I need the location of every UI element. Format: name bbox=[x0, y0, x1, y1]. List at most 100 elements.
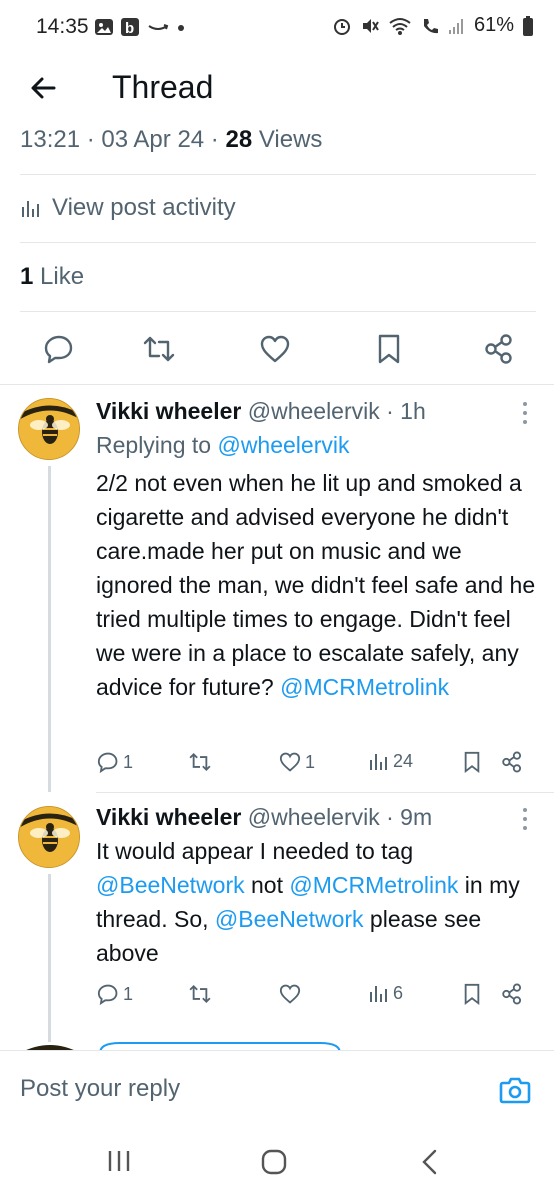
reply-text: It would appear I needed to tag @BeeNetw… bbox=[96, 834, 536, 970]
like-button[interactable] bbox=[278, 982, 305, 1006]
divider bbox=[20, 174, 536, 175]
status-system-icons: 61% bbox=[332, 14, 534, 37]
retweet-icon bbox=[189, 984, 211, 1004]
reply-button[interactable]: 1 bbox=[96, 982, 133, 1006]
back-arrow-icon[interactable] bbox=[24, 68, 64, 108]
page-title: Thread bbox=[112, 69, 214, 105]
like-button[interactable]: 1 bbox=[278, 750, 315, 774]
system-navbar bbox=[0, 1128, 554, 1200]
view-post-activity-label: View post activity bbox=[52, 194, 236, 221]
mention-link[interactable]: @MCRMetrolink bbox=[280, 674, 449, 700]
reply-actions: 1 1 24 bbox=[96, 750, 536, 782]
mention-link[interactable]: @MCRMetrolink bbox=[289, 872, 458, 898]
svg-text:b: b bbox=[125, 20, 134, 37]
back-icon[interactable] bbox=[418, 1148, 442, 1176]
reply-icon bbox=[97, 752, 118, 774]
retweet-icon[interactable] bbox=[142, 332, 176, 366]
reply-header: Vikki wheeler @wheelervik · 9m bbox=[96, 804, 432, 831]
share-icon[interactable] bbox=[500, 750, 524, 774]
mention-link[interactable]: @BeeNetwork bbox=[96, 872, 245, 898]
post-timestamp: 13:21 · 03 Apr 24 · bbox=[20, 126, 226, 153]
view-count: 6 bbox=[393, 982, 404, 1003]
share-icon[interactable] bbox=[500, 982, 524, 1006]
mention-link[interactable]: @BeeNetwork bbox=[215, 906, 364, 932]
avatar[interactable] bbox=[18, 806, 80, 868]
replying-to-label: Replying to bbox=[96, 432, 218, 458]
likes-summary[interactable]: 1 Like bbox=[20, 263, 84, 291]
likes-label: Like bbox=[33, 263, 85, 290]
like-icon[interactable] bbox=[258, 332, 292, 366]
post-actions bbox=[0, 326, 554, 372]
author-handle: @wheelervik · 1h bbox=[247, 398, 426, 424]
view-count: 24 bbox=[393, 750, 414, 771]
share-icon[interactable] bbox=[482, 332, 516, 366]
status-bar: 14:35 b 61% bbox=[0, 0, 554, 56]
reply-text: 2/2 not even when he lit up and smoked a… bbox=[96, 466, 536, 704]
reply-icon[interactable] bbox=[42, 332, 76, 366]
likes-count: 1 bbox=[20, 263, 34, 290]
views-label: Views bbox=[252, 126, 323, 153]
reply-composer[interactable]: Post your reply bbox=[0, 1050, 554, 1128]
author-name[interactable]: Vikki wheeler bbox=[96, 804, 241, 830]
dot-notification-icon bbox=[178, 25, 184, 31]
bee-avatar-icon bbox=[19, 399, 79, 459]
amazon-notification-icon bbox=[148, 24, 169, 30]
views-button[interactable]: 6 bbox=[368, 982, 403, 1004]
bookmark-icon[interactable] bbox=[460, 750, 484, 774]
reply-count: 1 bbox=[123, 751, 134, 772]
divider bbox=[20, 311, 536, 312]
views-count: 28 bbox=[225, 126, 253, 153]
wifi-icon bbox=[389, 17, 411, 35]
view-post-activity[interactable]: View post activity bbox=[20, 194, 236, 222]
analytics-icon bbox=[370, 754, 387, 770]
alarm-icon bbox=[333, 18, 350, 35]
post-meta: 13:21 · 03 Apr 24 · 28 Views bbox=[20, 126, 322, 154]
status-time: 14:35 bbox=[36, 15, 89, 38]
replying-to: Replying to @wheelervik bbox=[96, 432, 349, 459]
retweet-button[interactable] bbox=[188, 982, 215, 1006]
recent-apps-icon[interactable] bbox=[106, 1148, 132, 1174]
divider bbox=[20, 242, 536, 243]
mute-icon bbox=[362, 18, 379, 33]
battery-icon bbox=[523, 15, 533, 36]
reply-input[interactable]: Post your reply bbox=[20, 1075, 180, 1103]
reply-icon bbox=[97, 984, 118, 1006]
reply-body: It would appear I needed to tag bbox=[96, 838, 414, 864]
bookmark-icon[interactable] bbox=[372, 332, 406, 366]
retweet-button[interactable] bbox=[188, 750, 215, 774]
reply-header: Vikki wheeler @wheelervik · 1h bbox=[96, 398, 426, 425]
reply-item[interactable]: Vikki wheeler @wheelervik · 1h Replying … bbox=[0, 384, 554, 792]
author-handle: @wheelervik · 9m bbox=[247, 804, 433, 830]
b-notification-icon: b bbox=[121, 18, 139, 37]
wifi-calling-icon bbox=[423, 18, 438, 33]
reply-body: 2/2 not even when he lit up and smoked a… bbox=[96, 470, 536, 700]
more-icon[interactable] bbox=[520, 400, 530, 426]
reply-item[interactable]: Vikki wheeler @wheelervik · 9m It would … bbox=[0, 792, 554, 1042]
analytics-icon bbox=[22, 201, 39, 217]
more-icon[interactable] bbox=[520, 806, 530, 832]
retweet-icon bbox=[189, 752, 211, 772]
author-name[interactable]: Vikki wheeler bbox=[96, 398, 241, 424]
avatar[interactable] bbox=[18, 398, 80, 460]
like-icon bbox=[279, 984, 301, 1004]
views-button[interactable]: 24 bbox=[368, 750, 413, 772]
reply-actions: 1 6 bbox=[96, 982, 536, 1014]
reply-button[interactable]: 1 bbox=[96, 750, 133, 774]
like-count: 1 bbox=[305, 751, 316, 772]
reply-body: not bbox=[244, 872, 290, 898]
thread-line bbox=[48, 874, 51, 1042]
home-icon[interactable] bbox=[260, 1148, 288, 1176]
camera-icon[interactable] bbox=[498, 1073, 532, 1107]
reply-count: 1 bbox=[123, 983, 134, 1004]
analytics-icon bbox=[370, 986, 387, 1002]
gallery-notification-icon bbox=[95, 19, 113, 35]
replying-to-handle[interactable]: @wheelervik bbox=[217, 432, 349, 458]
bee-avatar-icon bbox=[19, 807, 79, 867]
bookmark-icon[interactable] bbox=[460, 982, 484, 1006]
battery-percent: 61% bbox=[473, 14, 514, 36]
thread-line bbox=[48, 466, 51, 792]
signal-icon bbox=[448, 18, 463, 34]
thread-header: Thread bbox=[0, 56, 554, 122]
status-notification-icons: b bbox=[94, 17, 186, 37]
like-icon bbox=[279, 752, 301, 772]
